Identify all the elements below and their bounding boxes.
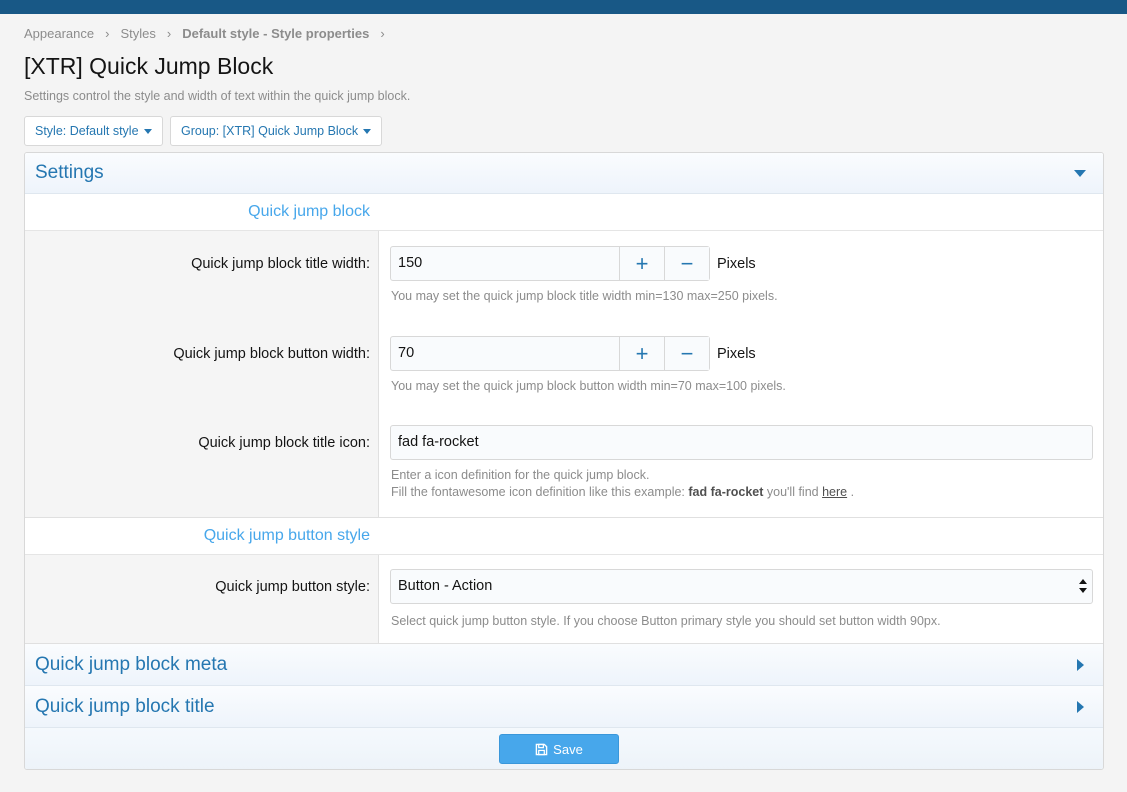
group-filter-button[interactable]: Group: [XTR] Quick Jump Block: [170, 116, 383, 146]
hint-text: Fill the fontawesome icon definition lik…: [391, 485, 689, 499]
button-width-unit: Pixels: [717, 346, 756, 362]
hint-example: fad fa-rocket: [688, 485, 764, 499]
title-section-header[interactable]: Quick jump block title: [25, 686, 1103, 728]
button-style-select[interactable]: Button - Action: [390, 569, 1093, 604]
group-filter-label: Group: [XTR] Quick Jump Block: [181, 124, 359, 138]
plus-icon[interactable]: +: [619, 247, 664, 280]
title-width-label: Quick jump block title width:: [191, 256, 370, 272]
title-width-unit: Pixels: [717, 256, 756, 272]
form-footer: Save: [25, 728, 1103, 769]
collapse-toggle-icon[interactable]: [1074, 170, 1086, 177]
group-title: Quick jump button style: [203, 527, 370, 544]
title-icon-hint-line1: Enter a icon definition for the quick ju…: [391, 468, 650, 482]
breadcrumb: Appearance › Styles › Default style - St…: [24, 26, 396, 41]
settings-section-title: Settings: [35, 162, 104, 183]
label-column: [25, 555, 379, 643]
title-width-stepper: 150 + −: [390, 246, 710, 281]
settings-section-header[interactable]: Settings: [25, 153, 1103, 194]
breadcrumb-separator: ›: [166, 26, 172, 41]
minus-icon[interactable]: −: [664, 337, 709, 370]
floppy-disk-icon: [535, 743, 548, 755]
group-rows-button-style: Quick jump button style: Button - Action…: [25, 555, 1103, 644]
caret-down-icon: [363, 128, 372, 134]
group-title: Quick jump block: [248, 203, 370, 220]
button-width-stepper: 70 + −: [390, 336, 710, 371]
button-style-hint: Select quick jump button style. If you c…: [391, 614, 941, 628]
save-label: Save: [553, 741, 583, 757]
breadcrumb-separator: ›: [105, 26, 110, 41]
title-icon-hint-line2: Fill the fontawesome icon definition lik…: [391, 484, 854, 501]
group-rows-quick-jump-block: Quick jump block title width: 150 + − Pi…: [25, 231, 1103, 518]
button-width-label: Quick jump block button width:: [173, 346, 370, 362]
minus-icon[interactable]: −: [664, 247, 709, 280]
group-header-quick-jump-block: Quick jump block: [25, 194, 1103, 231]
expand-toggle-icon[interactable]: [1077, 658, 1084, 671]
meta-section-header[interactable]: Quick jump block meta: [25, 644, 1103, 686]
button-style-value: Button - Action: [398, 578, 493, 594]
button-style-label: Quick jump button style:: [215, 579, 370, 595]
save-button[interactable]: Save: [499, 734, 619, 764]
top-bar: [0, 0, 1127, 14]
label-column: [25, 231, 379, 517]
caret-down-icon: [143, 128, 152, 134]
title-width-input[interactable]: 150: [391, 247, 619, 280]
select-arrows-icon: [1079, 579, 1087, 595]
meta-section-title: Quick jump block meta: [35, 653, 228, 675]
button-width-input[interactable]: 70: [391, 337, 619, 370]
style-filter-label: Style: Default style: [35, 124, 139, 138]
page-description: Settings control the style and width of …: [24, 89, 411, 103]
hint-text: you'll find: [763, 485, 823, 499]
breadcrumb-style-properties[interactable]: Default style - Style properties: [182, 26, 369, 41]
page-title: [XTR] Quick Jump Block: [24, 53, 274, 79]
plus-icon[interactable]: +: [619, 337, 664, 370]
here-link[interactable]: here: [822, 485, 847, 499]
breadcrumb-separator: ›: [380, 26, 385, 41]
style-filter-button[interactable]: Style: Default style: [24, 116, 163, 146]
hint-text: .: [847, 485, 855, 499]
button-width-hint: You may set the quick jump block button …: [391, 379, 786, 393]
group-header-quick-jump-button-style: Quick jump button style: [25, 518, 1103, 555]
title-section-title: Quick jump block title: [35, 695, 215, 717]
title-icon-input[interactable]: fad fa-rocket: [390, 425, 1093, 460]
breadcrumb-appearance[interactable]: Appearance: [24, 26, 94, 41]
title-width-hint: You may set the quick jump block title w…: [391, 289, 778, 303]
style-properties-block: Settings Quick jump block Quick jump blo…: [24, 152, 1104, 770]
expand-toggle-icon[interactable]: [1077, 700, 1084, 713]
breadcrumb-styles[interactable]: Styles: [120, 26, 155, 41]
title-icon-label: Quick jump block title icon:: [198, 435, 370, 451]
